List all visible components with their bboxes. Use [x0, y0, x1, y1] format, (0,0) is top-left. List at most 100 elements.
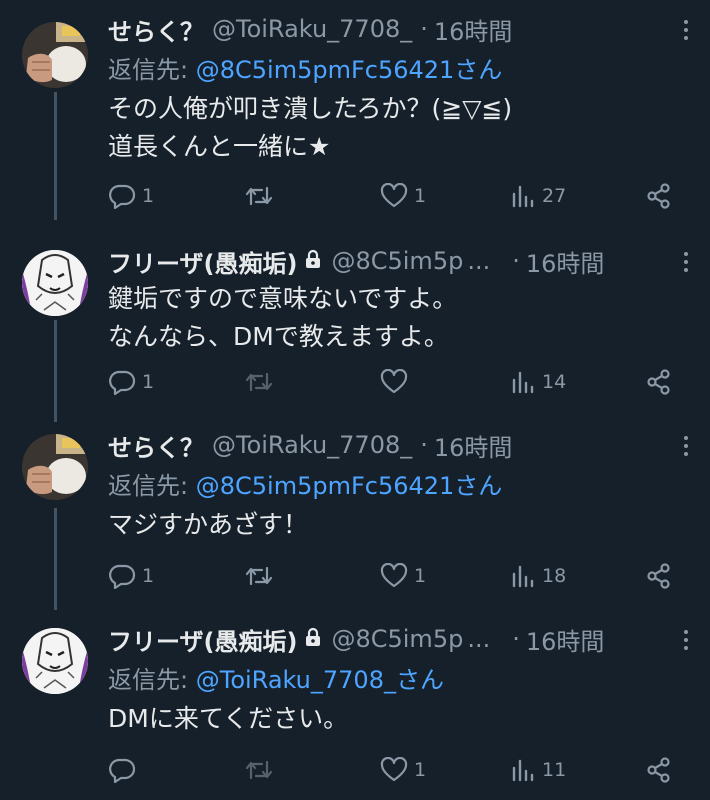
replying-label: 返信先:: [108, 56, 189, 84]
reply-button[interactable]: 1: [108, 178, 154, 214]
retweet-button[interactable]: [244, 558, 280, 594]
tweet[interactable]: せらく？ @ToiRaku_7708_ · 16時間 返信先: @8C5im5p…: [0, 428, 710, 608]
view-count: 11: [542, 759, 567, 781]
reply-bubble-icon: [109, 370, 136, 395]
reply-button[interactable]: 1: [108, 558, 154, 594]
handle-ellipsis: ...: [467, 247, 491, 275]
like-count: 1: [414, 185, 427, 207]
more-dots-icon[interactable]: [674, 16, 698, 44]
user-handle[interactable]: @ToiRaku_7708_: [212, 431, 412, 459]
view-count: 14: [542, 371, 567, 393]
heart-icon: [380, 563, 408, 588]
bar-chart-icon: [512, 185, 534, 208]
bar-chart-icon: [512, 759, 534, 782]
views-button[interactable]: 11: [510, 752, 566, 788]
reply-bubble-icon: [109, 184, 136, 209]
share-icon: [647, 757, 670, 783]
reply-bubble-icon: [109, 564, 136, 589]
retweet-arrows-icon: [245, 372, 273, 392]
share-icon: [647, 563, 670, 589]
like-count: 1: [414, 759, 427, 781]
user-handle[interactable]: @8C5im5p: [331, 247, 463, 275]
like-button[interactable]: [380, 364, 414, 400]
replying-mention-link[interactable]: @8C5im5pmFc56421さん: [196, 56, 503, 84]
tweet-header: フリーザ(愚痴垢) @8C5im5p ... · 16時間: [108, 622, 690, 656]
tweet-text-line: 道長くんと一緒に★: [108, 132, 331, 161]
display-name[interactable]: せらく？: [108, 12, 204, 47]
action-bar: 1 1 18: [108, 558, 680, 594]
retweet-arrows-icon: [245, 760, 273, 780]
retweet-button[interactable]: [244, 178, 280, 214]
tweet-text: 鍵垢ですので意味ないですよ。 なんなら、DMで教えますよ。: [108, 280, 457, 356]
display-name[interactable]: フリーザ(愚痴垢): [108, 244, 297, 279]
reply-button[interactable]: [108, 752, 142, 788]
tweet-header: せらく？ @ToiRaku_7708_ · 16時間: [108, 428, 690, 462]
action-bar: 1 11: [108, 752, 680, 788]
action-bar: 1 14: [108, 364, 680, 400]
replying-label: 返信先:: [108, 666, 189, 694]
like-button[interactable]: 1: [380, 558, 426, 594]
avatar[interactable]: [22, 250, 88, 316]
more-dots-icon[interactable]: [674, 248, 698, 276]
frieza-drawing-avatar-image: [22, 628, 88, 694]
tweet-text: その人俺が叩き潰したろか？(≧▽≦) 道長くんと一緒に★: [108, 90, 512, 166]
tweet[interactable]: フリーザ(愚痴垢) @8C5im5p ... · 16時間 鍵垢ですので意味ない…: [0, 244, 710, 424]
retweet-button[interactable]: [244, 364, 280, 400]
heart-icon: [380, 183, 408, 208]
tweet[interactable]: せらく？ @ToiRaku_7708_ · 16時間 返信先: @8C5im5p…: [0, 12, 710, 217]
tweet-text-line: マジすかあざす！: [108, 510, 309, 539]
tweet-text-line: 鍵垢ですので意味ないですよ。: [108, 284, 458, 313]
hand-photo-avatar-image: [22, 22, 88, 88]
tweet[interactable]: フリーザ(愚痴垢) @8C5im5p ... · 16時間 返信先: @ToiR…: [0, 622, 710, 800]
heart-icon: [380, 369, 408, 394]
retweet-arrows-icon: [245, 566, 273, 586]
replying-to: 返信先: @ToiRaku_7708_さん: [108, 660, 444, 695]
share-button[interactable]: [646, 364, 672, 400]
view-count: 27: [542, 185, 567, 207]
tweet-header: せらく？ @ToiRaku_7708_ · 16時間: [108, 12, 690, 46]
reply-button[interactable]: 1: [108, 364, 154, 400]
retweet-arrows-icon: [245, 186, 273, 206]
display-name[interactable]: フリーザ(愚痴垢): [108, 622, 297, 657]
timestamp[interactable]: 16時間: [526, 622, 605, 657]
share-button[interactable]: [646, 752, 672, 788]
hand-photo-avatar-image: [22, 434, 88, 500]
share-icon: [647, 369, 670, 395]
avatar[interactable]: [22, 434, 88, 500]
like-button[interactable]: 1: [380, 178, 426, 214]
views-button[interactable]: 27: [510, 178, 566, 214]
user-handle[interactable]: @8C5im5p: [331, 625, 463, 653]
reply-count: 1: [142, 185, 155, 207]
tweet-text-line: なんなら、DMで教えますよ。: [108, 322, 449, 351]
views-button[interactable]: 18: [510, 558, 566, 594]
handle-ellipsis: ...: [467, 625, 491, 653]
retweet-button[interactable]: [244, 752, 280, 788]
more-dots-icon[interactable]: [674, 626, 698, 654]
separator-dot: ·: [512, 625, 520, 653]
separator-dot: ·: [420, 431, 428, 459]
avatar[interactable]: [22, 628, 88, 694]
timestamp[interactable]: 16時間: [434, 428, 513, 463]
timestamp[interactable]: 16時間: [434, 12, 513, 47]
tweet-text: マジすかあざす！: [108, 506, 308, 544]
avatar[interactable]: [22, 22, 88, 88]
share-button[interactable]: [646, 558, 672, 594]
views-button[interactable]: 14: [510, 364, 566, 400]
timestamp[interactable]: 16時間: [526, 244, 605, 279]
reply-count: 1: [142, 371, 155, 393]
like-count: 1: [414, 565, 427, 587]
view-count: 18: [542, 565, 567, 587]
share-button[interactable]: [646, 178, 672, 214]
replying-mention-link[interactable]: @8C5im5pmFc56421さん: [196, 472, 503, 500]
share-icon: [647, 183, 670, 209]
replying-to: 返信先: @8C5im5pmFc56421さん: [108, 466, 502, 501]
tweet-header: フリーザ(愚痴垢) @8C5im5p ... · 16時間: [108, 244, 690, 278]
like-button[interactable]: 1: [380, 752, 426, 788]
display-name[interactable]: せらく？: [108, 428, 204, 463]
replying-mention-link[interactable]: @ToiRaku_7708_さん: [196, 666, 444, 694]
replying-label: 返信先:: [108, 472, 189, 500]
lock-icon: [305, 625, 321, 653]
more-dots-icon[interactable]: [674, 432, 698, 460]
user-handle[interactable]: @ToiRaku_7708_: [212, 15, 412, 43]
replying-to: 返信先: @8C5im5pmFc56421さん: [108, 50, 502, 85]
